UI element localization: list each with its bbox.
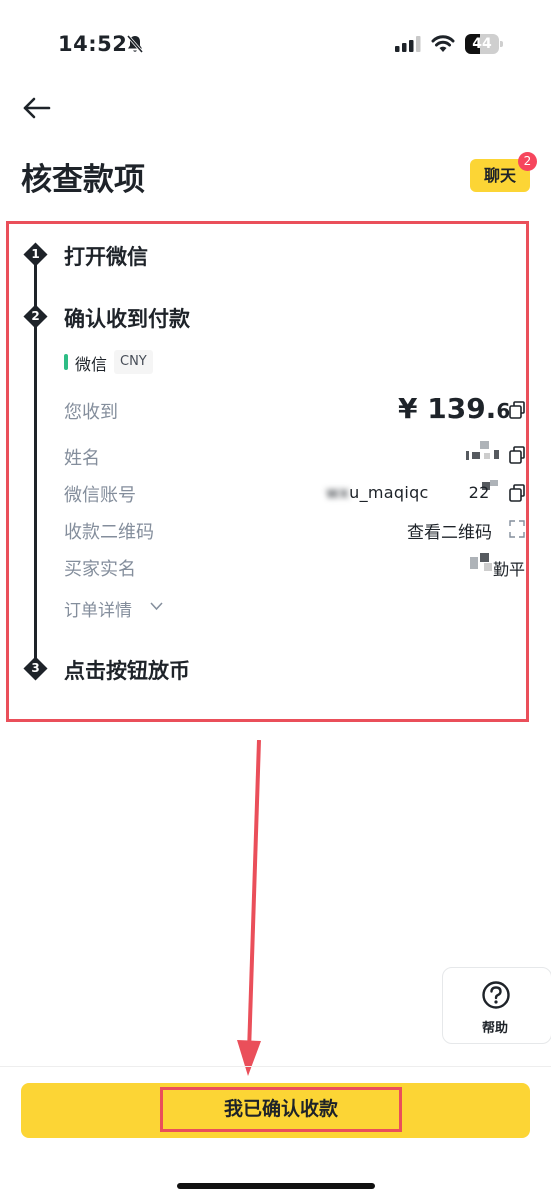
page-title: 核查款项 — [21, 162, 145, 198]
chevron-down-icon[interactable] — [150, 601, 163, 611]
step-title-open-wechat: 打开微信 — [64, 245, 148, 269]
copy-icon[interactable] — [509, 446, 525, 464]
name-label: 姓名 — [64, 448, 100, 469]
cellular-signal-icon — [395, 36, 421, 52]
home-indicator — [177, 1183, 375, 1189]
copy-icon[interactable] — [509, 484, 525, 502]
expand-icon[interactable] — [509, 520, 525, 538]
masked-name — [466, 441, 506, 460]
footer-divider — [0, 1066, 551, 1067]
received-label: 您收到 — [64, 402, 118, 423]
wifi-icon — [431, 35, 455, 52]
battery-indicator: 44 — [465, 34, 503, 54]
step-marker-3: 3 — [23, 656, 48, 681]
payment-method-color-bar — [64, 354, 68, 370]
status-bar: 14:52 44 — [0, 0, 551, 90]
help-label: 帮助 — [482, 1021, 509, 1036]
help-question-icon[interactable] — [481, 980, 511, 1010]
step-title-confirm-payment: 确认收到付款 — [64, 307, 190, 331]
copy-icon[interactable] — [509, 401, 525, 419]
bell-muted-icon — [126, 35, 144, 53]
annotation-arrow — [237, 740, 261, 1076]
battery-level: 44 — [472, 36, 492, 52]
wechat-account-label: 微信账号 — [64, 485, 136, 506]
order-details-toggle[interactable]: 订单详情 — [64, 596, 132, 621]
back-arrow-icon[interactable] — [20, 92, 54, 124]
received-amount: ¥ 139.6 — [398, 392, 511, 425]
currency-tag: CNY — [114, 350, 153, 374]
step-title-release-coin: 点击按钮放币 — [64, 659, 190, 683]
step-marker-1: 1 — [23, 242, 48, 267]
annotation-highlight-box — [6, 221, 529, 722]
qr-code-label: 收款二维码 — [64, 522, 154, 543]
wechat-account-value: wxu_maqiqc 22 — [326, 483, 490, 502]
confirm-received-label[interactable]: 我已确认收款 — [160, 1087, 402, 1132]
status-time: 14:52 — [58, 32, 128, 56]
account-mask-block — [478, 480, 502, 498]
payment-method-name: 微信 — [75, 355, 108, 374]
view-qr-code-link[interactable]: 查看二维码 — [407, 518, 492, 543]
chat-unread-badge: 2 — [518, 152, 537, 171]
buyer-name-value: 勤平 — [493, 560, 526, 579]
step-marker-2: 2 — [23, 304, 48, 329]
buyer-name-label: 买家实名 — [64, 559, 136, 580]
